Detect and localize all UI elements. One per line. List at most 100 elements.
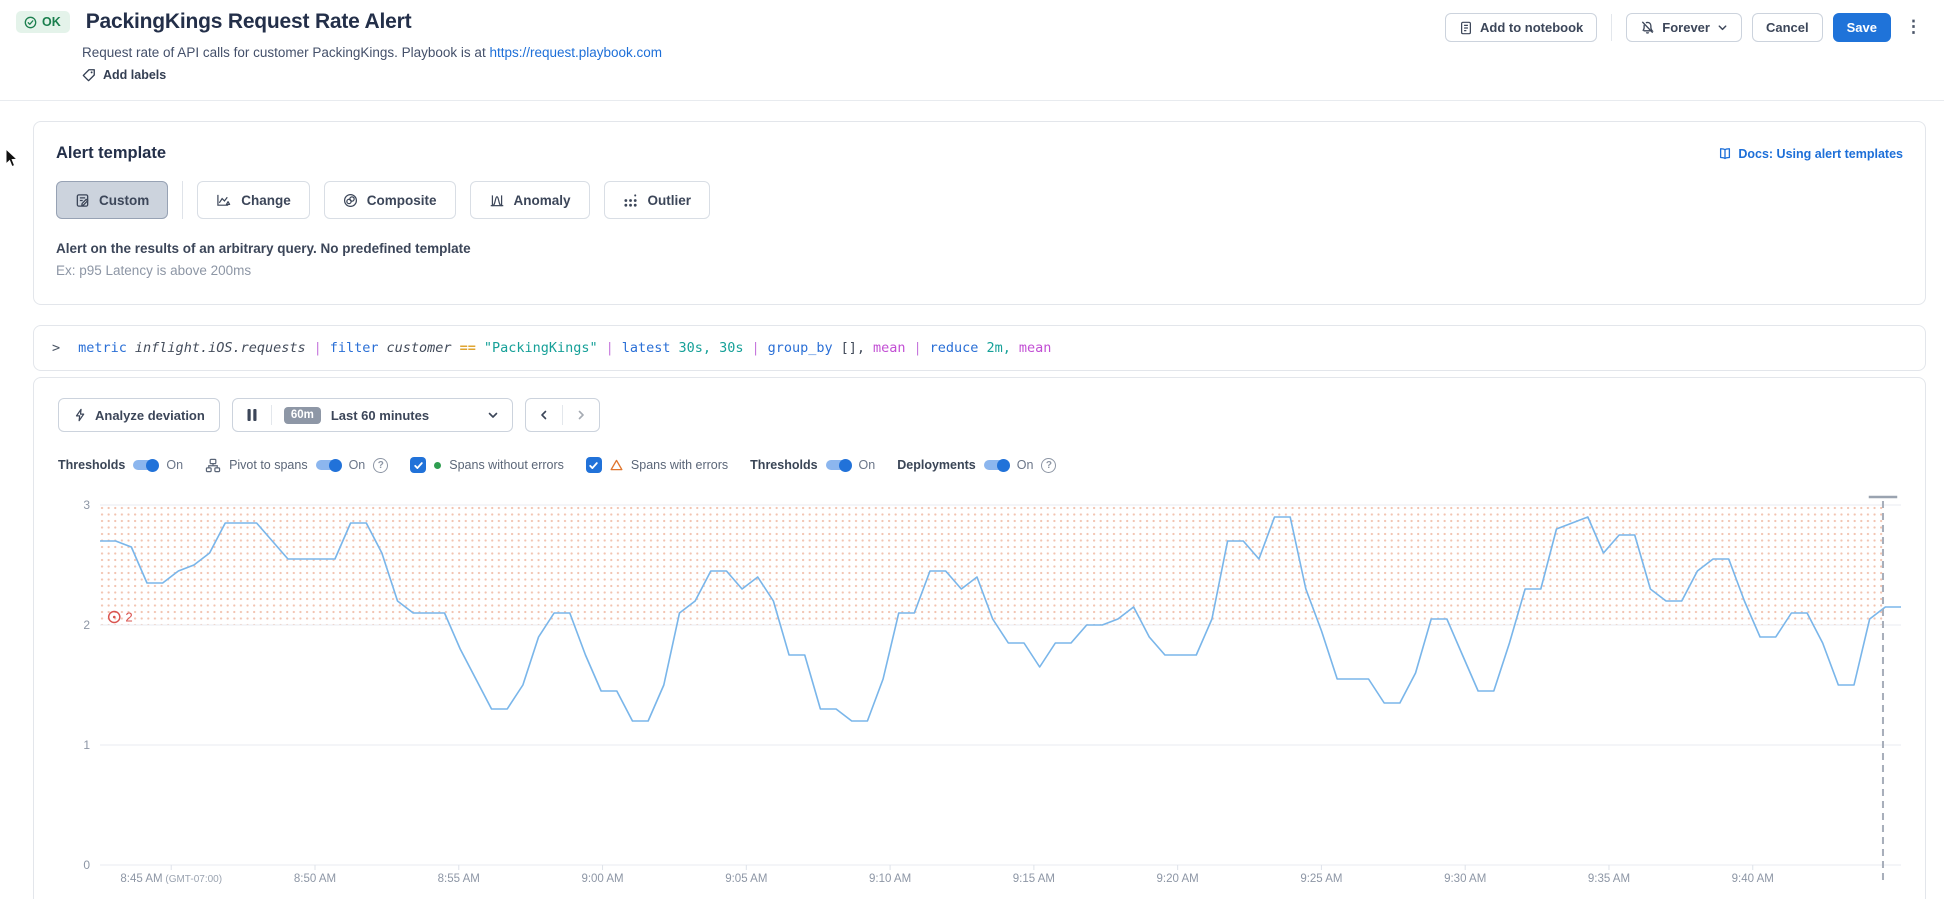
y-axis-label: 0 [83, 858, 90, 872]
chart-card: Analyze deviation 60m Last 60 minutes [33, 377, 1926, 899]
query-token-pipe: | [751, 340, 759, 356]
toggle-state: On [1017, 458, 1034, 472]
template-option-custom[interactable]: Custom [56, 181, 168, 219]
query-token-keyword: reduce [930, 340, 979, 356]
x-axis-label: 9:30 AM [1444, 873, 1486, 885]
query-token-number: 2m, [986, 340, 1010, 356]
chevron-right-icon [575, 409, 587, 421]
cancel-label: Cancel [1766, 20, 1809, 35]
threshold-region [100, 505, 1883, 625]
template-option-composite[interactable]: Composite [324, 181, 456, 219]
outlier-icon [623, 193, 639, 208]
pan-left-button[interactable] [526, 399, 562, 431]
toggle-switch[interactable] [133, 460, 158, 470]
timezone-note: (GMT-07:00) [163, 874, 222, 885]
help-icon[interactable]: ? [1041, 458, 1056, 473]
chart-plot[interactable]: 2 [100, 493, 1901, 885]
snooze-forever-label: Forever [1662, 20, 1710, 35]
save-button[interactable]: Save [1833, 13, 1891, 42]
toggle-switch[interactable] [826, 460, 851, 470]
divider [1611, 14, 1612, 41]
time-range-label[interactable]: Last 60 minutes [331, 408, 429, 423]
bolt-icon [73, 408, 87, 422]
query-token-pipe: | [314, 340, 322, 356]
plot-wrap: 2 8:45 AM (GMT-07:00)8:50 AM8:55 AM9:00 … [100, 493, 1901, 899]
checkbox[interactable] [586, 457, 602, 473]
more-options-kebab-icon[interactable]: ⋮ [1901, 13, 1926, 41]
template-option-label: Custom [99, 193, 149, 208]
toggle-group-spans-without-errors: Spans without errors [410, 457, 564, 473]
help-icon[interactable]: ? [373, 458, 388, 473]
playbook-link[interactable]: https://request.playbook.com [489, 45, 662, 60]
toggle-bar: ThresholdsOnPivot to spansOn?Spans witho… [58, 457, 1901, 473]
docs-link-label: Docs: Using alert templates [1738, 147, 1903, 161]
checkbox[interactable] [410, 457, 426, 473]
add-labels-label: Add labels [103, 68, 166, 82]
y-axis-label: 1 [83, 738, 90, 752]
template-option-anomaly[interactable]: Anomaly [470, 181, 590, 219]
toggle-state: On [349, 458, 366, 472]
toggle-state: On [166, 458, 183, 472]
chevron-down-icon [1717, 22, 1728, 33]
page-header: OK PackingKings Request Rate Alert Reque… [0, 0, 1944, 87]
chevron-down-icon[interactable] [487, 409, 499, 421]
toggle-label: Thresholds [750, 458, 817, 472]
snooze-forever-dropdown[interactable]: Forever [1626, 13, 1742, 42]
query-token-plain: [], [841, 340, 865, 356]
notebook-icon [1459, 21, 1473, 35]
time-pager [525, 398, 600, 432]
toggle-label: Spans with errors [631, 458, 728, 472]
y-axis-labels: 3210 [58, 493, 100, 899]
query-token-number: 30s [719, 340, 743, 356]
add-labels-button[interactable]: Add labels [82, 68, 166, 82]
template-option-outlier[interactable]: Outlier [604, 181, 711, 219]
analyze-deviation-button[interactable]: Analyze deviation [58, 398, 220, 432]
toggle-switch[interactable] [316, 460, 341, 470]
query-token-identifier: inflight.iOS.requests [135, 340, 306, 356]
alert-template-card: Alert template Docs: Using alert templat… [33, 121, 1926, 305]
duration-badge: 60m [284, 407, 321, 424]
threshold-marker-label: 2 [125, 610, 132, 625]
pivot-icon [205, 458, 221, 473]
query-token-keyword: filter [330, 340, 379, 356]
query-token-function: mean [1019, 340, 1052, 356]
template-option-label: Outlier [648, 193, 692, 208]
toggle-label: Deployments [897, 458, 976, 472]
query-editor[interactable]: > metricinflight.iOS.requests|filtercust… [33, 325, 1926, 371]
query-token-pipe: | [606, 340, 614, 356]
x-axis-label: 9:10 AM [869, 873, 911, 885]
docs-link[interactable]: Docs: Using alert templates [1718, 147, 1903, 161]
toggle-group-thresholds: ThresholdsOn [58, 458, 183, 472]
template-option-label: Change [241, 193, 291, 208]
toggle-switch[interactable] [984, 460, 1009, 470]
x-axis-label: 8:50 AM [294, 873, 336, 885]
query-text: metricinflight.iOS.requests|filtercustom… [78, 340, 1059, 356]
y-axis-label: 3 [83, 498, 90, 512]
status-text: OK [42, 15, 61, 29]
change-chart-icon [216, 193, 232, 208]
divider [271, 405, 272, 425]
add-to-notebook-label: Add to notebook [1480, 20, 1583, 35]
check-circle-icon [24, 16, 37, 29]
toggle-group-thresholds: ThresholdsOn [750, 458, 875, 472]
green-dot [434, 462, 441, 469]
header-actions: Add to notebook Forever Cancel [1445, 10, 1926, 87]
analyze-deviation-label: Analyze deviation [95, 408, 205, 423]
toggle-label: Pivot to spans [229, 458, 308, 472]
x-axis-label: 9:20 AM [1157, 873, 1199, 885]
template-options: Custom Change Composite Anomaly Outlier [56, 181, 1903, 219]
query-token-keyword: metric [78, 340, 127, 356]
toggle-group-deployments: Deployments On? [897, 458, 1056, 473]
x-axis-label: 9:15 AM [1013, 873, 1055, 885]
book-icon [1718, 147, 1732, 161]
add-to-notebook-button[interactable]: Add to notebook [1445, 13, 1597, 42]
save-label: Save [1847, 20, 1877, 35]
template-option-label: Composite [367, 193, 437, 208]
template-option-change[interactable]: Change [197, 181, 310, 219]
tag-icon [82, 68, 96, 82]
alert-description-text: Request rate of API calls for customer P… [82, 45, 489, 60]
cancel-button[interactable]: Cancel [1752, 13, 1823, 42]
pause-button[interactable] [233, 399, 271, 431]
pan-right-button[interactable] [563, 399, 599, 431]
warning-triangle-icon [610, 459, 623, 471]
